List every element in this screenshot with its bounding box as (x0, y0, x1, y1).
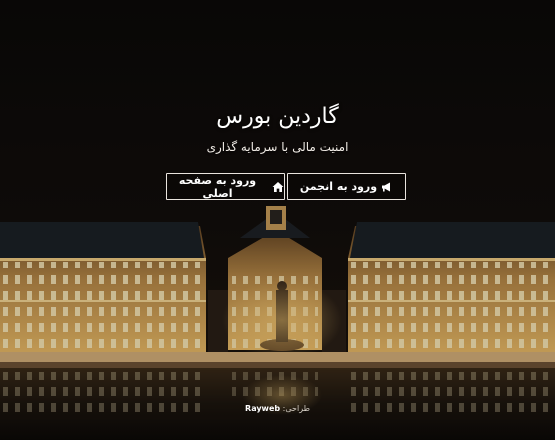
enter-forum-label: ورود به انجمن (299, 180, 378, 193)
home-icon (272, 181, 284, 193)
enter-home-button[interactable]: ورود به صفحه اصلی (166, 173, 285, 200)
designer-link[interactable]: Rayweb (245, 404, 280, 413)
enter-forum-button[interactable]: ورود به انجمن (287, 173, 406, 200)
hero-section: گاردین بورس امنیت مالی با سرمایه گذاری و… (0, 0, 555, 440)
site-title: گاردین بورس (216, 104, 339, 129)
megaphone-icon (381, 181, 393, 193)
footer-credit: طراحی: Rayweb (0, 404, 555, 413)
credit-prefix: طراحی: (282, 404, 310, 413)
enter-home-label: ورود به صفحه اصلی (178, 173, 257, 200)
site-tagline: امنیت مالی با سرمایه گذاری (206, 140, 349, 154)
action-buttons: ورود به انجمن ورود به صفحه اصلی (166, 173, 406, 200)
